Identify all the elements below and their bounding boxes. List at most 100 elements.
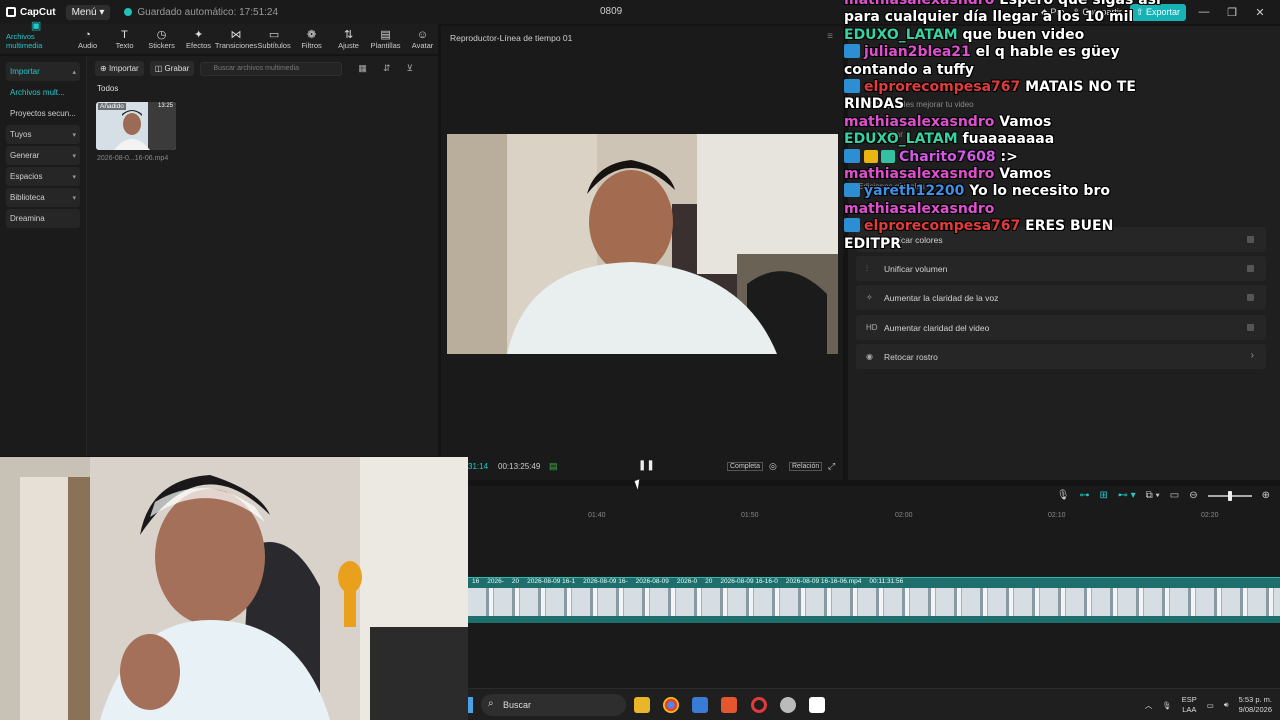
time-ruler[interactable]: 01:40 01:50 02:00 02:10 02:20 <box>468 510 1280 524</box>
chat-username: Charito7608 <box>899 148 996 165</box>
clock[interactable]: 5:53 p. m. 9/08/2026 <box>1239 695 1272 715</box>
preview-axis-icon[interactable]: ⧉ ▾ <box>1146 490 1160 501</box>
opera-icon[interactable] <box>751 697 767 713</box>
player-panel: Reproductor-Línea de tiempo 01 ≡ 31:14 0… <box>441 26 843 480</box>
zoom-out-icon[interactable]: ⊖ <box>1189 490 1197 501</box>
sidebar-item-yours[interactable]: Tuyos ▾ <box>6 125 80 144</box>
webcam-image <box>0 457 468 720</box>
clip-filmstrip[interactable] <box>468 588 1280 616</box>
minimize-icon[interactable]: — <box>1194 6 1214 18</box>
close-icon[interactable]: ✕ <box>1250 6 1270 19</box>
filters-icon: ❁ <box>306 29 317 41</box>
filter-icon[interactable]: ⊻ <box>406 63 413 74</box>
auto-snap-icon[interactable]: ⊞ <box>1099 490 1107 501</box>
linkage-icon[interactable]: ⊷ ▾ <box>1118 490 1136 501</box>
media-tab-all[interactable]: Todos <box>97 84 118 93</box>
segment-label: 20 <box>511 578 520 585</box>
brave-icon[interactable] <box>721 697 737 713</box>
sidebar-item-import[interactable]: Importar ▴ <box>6 62 80 81</box>
segment-label: 2026-08-09 16-1 <box>527 578 576 585</box>
maximize-icon[interactable]: ❐ <box>1222 6 1242 19</box>
tab-transitions[interactable]: ⋈ Transiciones <box>215 29 257 54</box>
chat-message: elprorecompesa767 MATAIS NO TE <box>844 79 1174 96</box>
snapshot-icon[interactable]: ◎ <box>769 461 777 472</box>
tab-adjust[interactable]: ⇅ Ajuste <box>333 29 364 54</box>
unify-volume-row[interactable]: ⫶ Unificar volumen <box>856 256 1266 281</box>
zoom-slider[interactable] <box>1207 490 1252 501</box>
store-icon[interactable] <box>692 697 708 713</box>
grid-view-icon[interactable]: ▦ <box>358 63 367 74</box>
chat-username: mathiasalexasndro <box>844 113 995 130</box>
record-button[interactable]: ◫ Grabar <box>149 61 195 76</box>
import-button[interactable]: ⊕ Importar <box>95 61 144 76</box>
video-track[interactable]: 16 2026- 20 2026-08-09 16-1 2026-08-09 1… <box>468 577 1280 623</box>
capcut-logo-icon <box>6 7 16 17</box>
chat-message: mathiasalexasndro <box>844 201 1174 218</box>
tab-media[interactable]: ▣ Archivos multimedia <box>6 20 66 54</box>
tab-label: Texto <box>115 41 134 50</box>
zoom-in-icon[interactable]: ⊕ <box>1262 490 1270 501</box>
display-icon[interactable]: ▭ <box>1207 701 1214 710</box>
tab-effects[interactable]: ✦ Efectos <box>183 29 214 54</box>
tab-text[interactable]: T Texto <box>109 29 140 54</box>
tab-audio[interactable]: ◔ Audio <box>72 29 103 54</box>
video-clarity-row[interactable]: HD Aumentar claridad del video <box>856 315 1266 340</box>
volume-icon[interactable]: 🔊︎ <box>1224 700 1229 710</box>
tab-avatar[interactable]: ☺ Avatar <box>407 29 438 54</box>
toggle-checkbox[interactable] <box>1247 294 1254 301</box>
menu-lines-icon[interactable]: ≡ <box>827 31 833 42</box>
chat-message: Charito7608 :> <box>844 148 1174 166</box>
media-search-input[interactable]: Buscar archivos multimedia <box>200 61 343 76</box>
fullscreen-icon[interactable]: ⤢ <box>828 461 835 472</box>
voice-clarity-row[interactable]: ✧ Aumentar la claridad de la voz <box>856 285 1266 310</box>
sidebar-item-secondary-projects[interactable]: Proyectos secun... <box>6 104 80 123</box>
tab-subtitles[interactable]: ▭ Subtítulos <box>257 29 290 54</box>
segment-label: 2026-08-09 16- <box>583 578 628 585</box>
clock-time: 5:53 p. m. <box>1238 695 1272 704</box>
preview-video[interactable] <box>447 134 838 354</box>
text-icon: T <box>121 29 128 41</box>
sidebar-item-label: Tuyos <box>10 130 32 139</box>
pause-icon[interactable]: ❚❚ <box>638 460 655 471</box>
capcut-taskbar-icon[interactable] <box>809 697 825 713</box>
chat-text: Vamos <box>999 113 1052 130</box>
toggle-checkbox[interactable] <box>1247 236 1254 243</box>
tab-stickers[interactable]: ◷ Stickers <box>146 29 177 54</box>
chat-text: fuaaaaaaaa <box>962 131 1055 148</box>
caption-icon[interactable]: ▭ <box>1170 490 1179 501</box>
webcam-overlay <box>0 457 468 720</box>
tab-templates[interactable]: ▤ Plantillas <box>370 29 401 54</box>
sort-icon[interactable]: ⇵ <box>383 63 391 74</box>
chat-message: mathiasalexasndro Vamos <box>844 114 1174 131</box>
segment-label: 00:11:31:56 <box>869 578 904 585</box>
windows-start-icon[interactable] <box>468 697 473 713</box>
media-clip-thumbnail[interactable]: Añadido 13:25 <box>96 102 176 150</box>
sidebar-item-media-files[interactable]: Archivos mult... <box>6 83 80 102</box>
microphone-icon[interactable]: 🎙︎ <box>1057 490 1070 501</box>
microphone-tray-icon[interactable]: 🎙︎ <box>1162 701 1172 710</box>
obs-icon[interactable] <box>780 697 796 713</box>
chrome-icon[interactable] <box>663 697 679 713</box>
chat-text: para cualquier día llegar a los 10 mil <box>844 9 1134 26</box>
toggle-checkbox[interactable] <box>1247 324 1254 331</box>
chat-message: julian2blea21 el q hable es güey <box>844 44 1174 61</box>
zoom-slider-knob[interactable] <box>1227 490 1232 501</box>
menu-button[interactable]: Menú ▾ <box>65 4 111 20</box>
chevron-up-icon[interactable]: ︿ <box>1145 700 1153 711</box>
aspect-ratio-button[interactable]: Relación <box>789 462 823 471</box>
main-track-magnet-icon[interactable]: ⊶ <box>1079 490 1089 501</box>
current-timecode: 31:14 <box>468 462 489 471</box>
tab-filters[interactable]: ❁ Filtros <box>296 29 327 54</box>
toggle-checkbox[interactable] <box>1247 265 1254 272</box>
file-explorer-icon[interactable] <box>634 697 650 713</box>
retouch-face-row[interactable]: ◉ Retocar rostro › <box>856 344 1266 369</box>
search-label: Buscar <box>503 700 532 710</box>
sidebar-item-spaces[interactable]: Espacios ▾ <box>6 167 80 186</box>
language-indicator[interactable]: ESP LAA <box>1182 695 1197 715</box>
sidebar-item-label: Proyectos secun... <box>10 109 76 118</box>
taskbar-search-box[interactable]: ⌕ Buscar <box>481 694 626 716</box>
sidebar-item-dreamina[interactable]: Dreamina <box>6 209 80 228</box>
sidebar-item-library[interactable]: Biblioteca ▾ <box>6 188 80 207</box>
full-quality-button[interactable]: Completa <box>727 462 763 471</box>
sidebar-item-generate[interactable]: Generar ▾ <box>6 146 80 165</box>
